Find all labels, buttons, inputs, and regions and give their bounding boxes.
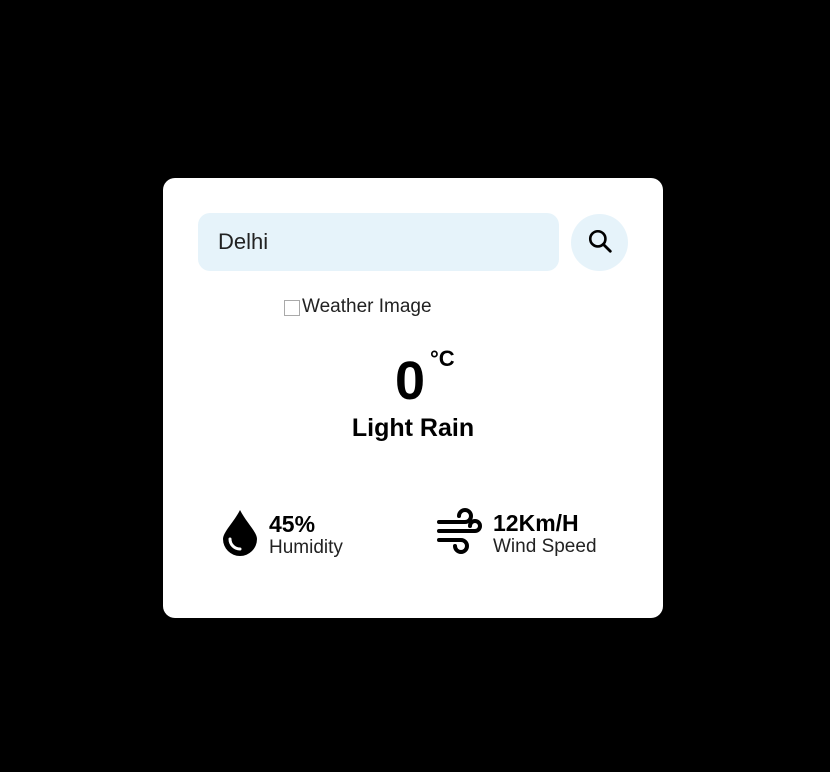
wind-icon — [435, 508, 483, 559]
search-icon — [587, 228, 613, 257]
weather-image: Weather Image — [284, 296, 432, 318]
humidity-label: Humidity — [269, 536, 343, 558]
temperature: 0 °C — [163, 346, 663, 412]
weather-image-alt: Weather Image — [302, 296, 432, 317]
city-search-input[interactable] — [198, 213, 559, 271]
broken-image-icon — [284, 300, 300, 316]
water-drop-icon — [221, 508, 259, 561]
humidity-stat: 45% Humidity — [221, 508, 343, 561]
temperature-unit: °C — [430, 346, 455, 371]
wind-stat: 12Km/H Wind Speed — [435, 508, 597, 559]
wind-value: 12Km/H — [493, 509, 579, 536]
temperature-value: 0 — [394, 351, 426, 411]
wind-label: Wind Speed — [493, 535, 597, 557]
search-bar — [198, 213, 628, 271]
search-button[interactable] — [571, 214, 628, 271]
weather-card: Weather Image 0 °C Light Rain 45% Humidi… — [163, 178, 663, 618]
weather-description: Light Rain — [351, 414, 475, 442]
humidity-value: 45% — [269, 510, 316, 537]
